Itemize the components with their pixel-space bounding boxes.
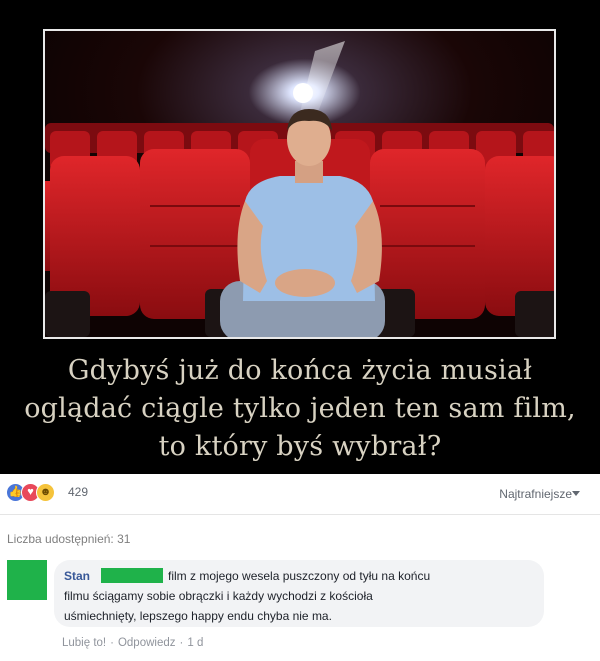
caption-line: oglądać ciągle tylko jeden ten sam film, <box>24 393 576 424</box>
separator: · <box>179 637 184 649</box>
haha-icon: ☻ <box>36 483 55 502</box>
avatar[interactable] <box>7 560 47 600</box>
reaction-icons[interactable]: 👍 ♥ ☻ <box>6 483 55 502</box>
caption-line: Gdybyś już do końca życia musiał <box>67 355 533 386</box>
comment-timestamp[interactable]: 1 d <box>187 637 203 649</box>
comment-sort-dropdown[interactable]: Najtrafniejsze <box>499 487 572 501</box>
comment-text-line: uśmiechnięty, lepszego happy endu chyba … <box>64 609 332 623</box>
separator: · <box>110 637 114 649</box>
cinema-photo <box>43 29 556 339</box>
caption-line: to który byś wybrał? <box>158 431 442 462</box>
comment-text-line: filmu ściągamy sobie obrączki i każdy wy… <box>64 589 373 603</box>
reaction-count[interactable]: 429 <box>68 485 88 499</box>
comment-text-line: film z mojego wesela puszczony od tyłu n… <box>168 569 431 583</box>
censored-name-block <box>101 568 163 583</box>
like-comment-link[interactable]: Lubię to! <box>62 637 106 649</box>
divider <box>0 514 600 515</box>
shares-count[interactable]: Liczba udostępnień: 31 <box>7 532 130 546</box>
meme-caption: Gdybyś już do końca życia musiał oglądać… <box>0 352 600 466</box>
reply-link[interactable]: Odpowiedz <box>118 637 176 649</box>
chevron-down-icon[interactable] <box>572 491 580 496</box>
comment-author[interactable]: Stan <box>64 569 90 583</box>
meme-image[interactable]: Gdybyś już do końca życia musiał oglądać… <box>0 0 600 474</box>
comment-actions: Lubię to! · Odpowiedz · 1 d <box>62 637 203 649</box>
